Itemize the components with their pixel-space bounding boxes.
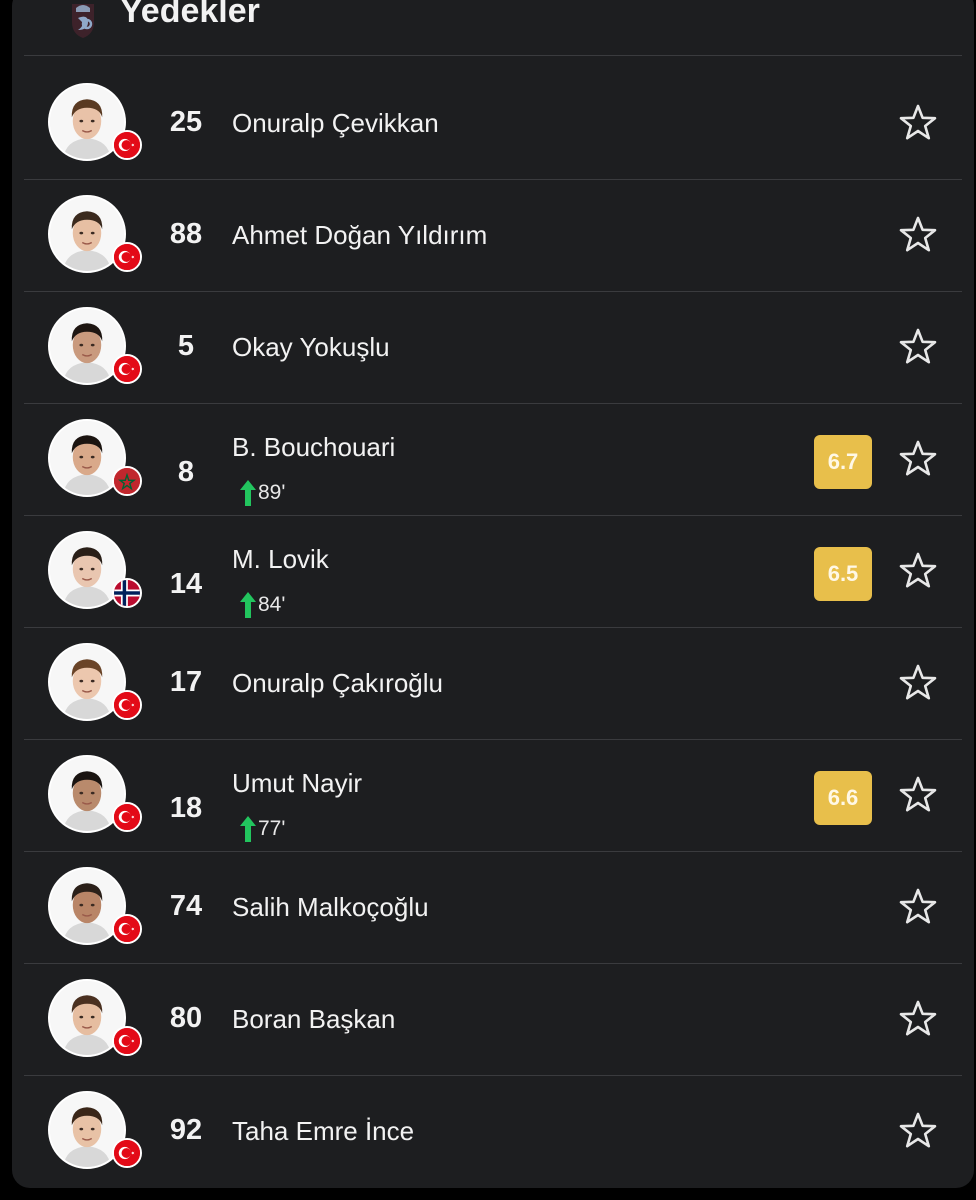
player-name: Onuralp Çakıroğlu [232, 668, 443, 698]
sub-minute: 77' [258, 817, 286, 840]
star-icon[interactable] [898, 103, 938, 143]
section-title: Yedekler [120, 0, 260, 30]
star-icon[interactable] [898, 439, 938, 479]
player-row[interactable]: 88 Ahmet Doğan Yıldırım [24, 180, 962, 292]
player-name: Boran Başkan [232, 1004, 396, 1034]
sub-in-arrow-icon [240, 480, 256, 506]
player-rating-badge: 6.5 [814, 547, 872, 601]
player-row[interactable]: 92 Taha Emre İnce [24, 1076, 962, 1187]
sub-minute: 89' [258, 481, 286, 504]
player-row[interactable]: 25 Onuralp Çevikkan [24, 68, 962, 180]
player-number: 8 [177, 456, 195, 488]
norway-flag-icon [112, 578, 142, 608]
player-name: Taha Emre İnce [232, 1116, 415, 1146]
player-row[interactable]: 18 Umut Nayir 77' 6.6 [24, 740, 962, 852]
player-row[interactable]: 17 Onuralp Çakıroğlu [24, 628, 962, 740]
player-name: B. Bouchouari [232, 432, 396, 462]
player-rating-badge: 6.6 [814, 771, 872, 825]
player-row[interactable]: 80 Boran Başkan [24, 964, 962, 1076]
star-icon[interactable] [898, 551, 938, 591]
substitutes-card: Yedekler 25 Onuralp Çevikkan 88 Ahmet Doğan… [12, 0, 974, 1188]
star-icon[interactable] [898, 215, 938, 255]
turkey-flag-icon [112, 802, 142, 832]
turkey-flag-icon [112, 1138, 142, 1168]
turkey-flag-icon [112, 130, 142, 160]
player-name: Umut Nayir [232, 768, 363, 798]
sub-in-arrow-icon [240, 816, 256, 842]
player-number: 74 [169, 890, 203, 922]
substitutes-list: 25 Onuralp Çevikkan 88 Ahmet Doğan Yıldırım… [24, 68, 962, 1187]
turkey-flag-icon [112, 242, 142, 272]
player-row[interactable]: 14 M. Lovik 84' 6.5 [24, 516, 962, 628]
player-number: 80 [169, 1002, 203, 1034]
player-name: M. Lovik [232, 544, 329, 574]
star-icon[interactable] [898, 999, 938, 1039]
trabzonspor-crest-icon [72, 4, 94, 38]
header-divider [24, 55, 962, 56]
player-number: 18 [169, 792, 203, 824]
star-icon[interactable] [898, 887, 938, 927]
substitutes-header: Yedekler [12, 0, 974, 56]
player-name: Ahmet Doğan Yıldırım [232, 220, 488, 250]
player-rating-badge: 6.7 [814, 435, 872, 489]
substitution-info: 89' [240, 479, 285, 507]
star-icon[interactable] [898, 327, 938, 367]
player-number: 5 [177, 330, 195, 362]
player-number: 25 [169, 106, 203, 138]
star-icon[interactable] [898, 663, 938, 703]
player-row[interactable]: 5 Okay Yokuşlu [24, 292, 962, 404]
substitution-info: 84' [240, 591, 285, 619]
sub-in-arrow-icon [240, 592, 256, 618]
player-number: 14 [169, 568, 203, 600]
player-row[interactable]: 74 Salih Malkoçoğlu [24, 852, 962, 964]
substitution-info: 77' [240, 815, 285, 843]
player-name: Onuralp Çevikkan [232, 108, 439, 138]
turkey-flag-icon [112, 354, 142, 384]
star-icon[interactable] [898, 775, 938, 815]
player-number: 92 [169, 1114, 203, 1146]
morocco-flag-icon [112, 466, 142, 496]
turkey-flag-icon [112, 1026, 142, 1056]
player-number: 88 [169, 218, 203, 250]
turkey-flag-icon [112, 690, 142, 720]
turkey-flag-icon [112, 914, 142, 944]
player-name: Okay Yokuşlu [232, 332, 390, 362]
player-row[interactable]: 8 B. Bouchouari 89' 6.7 [24, 404, 962, 516]
sub-minute: 84' [258, 593, 286, 616]
player-name: Salih Malkoçoğlu [232, 892, 429, 922]
star-icon[interactable] [898, 1111, 938, 1151]
player-number: 17 [169, 666, 203, 698]
